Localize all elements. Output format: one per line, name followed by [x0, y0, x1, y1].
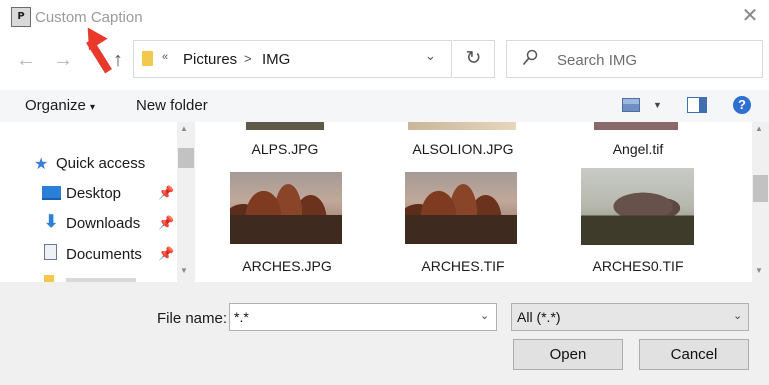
- thumbnail-angel[interactable]: [594, 122, 678, 130]
- navigation-pane: ★ Quick access Desktop 📌 ⬇ Downloads 📌 D…: [0, 122, 177, 282]
- pin-icon[interactable]: 📌: [158, 215, 174, 231]
- sidebar-item-documents[interactable]: Documents: [66, 246, 142, 263]
- desktop-icon: [42, 186, 61, 200]
- window-title: Custom Caption: [35, 9, 143, 26]
- thumbnail-arches-jpg[interactable]: [230, 172, 342, 244]
- pin-icon[interactable]: 📌: [158, 246, 174, 262]
- organize-label: Organize: [25, 97, 86, 114]
- forward-arrow-icon[interactable]: →: [50, 48, 76, 72]
- cancel-button[interactable]: Cancel: [639, 339, 749, 370]
- star-icon: ★: [34, 156, 49, 173]
- scroll-down-icon[interactable]: ▼: [755, 266, 763, 275]
- file-name-input[interactable]: [229, 303, 497, 331]
- organize-button[interactable]: Organize ▾: [25, 97, 95, 114]
- thumbnail-arches-tif[interactable]: [405, 172, 517, 244]
- refresh-icon[interactable]: ↻: [453, 40, 495, 78]
- thumbnail-arches0-tif[interactable]: [581, 168, 694, 245]
- file-list-scrollbar[interactable]: [752, 122, 769, 282]
- sidebar-item-desktop[interactable]: Desktop: [66, 185, 121, 202]
- thumbnail-alsolion[interactable]: [408, 122, 516, 130]
- back-arrow-icon[interactable]: ←: [13, 48, 39, 72]
- pin-icon[interactable]: 📌: [158, 185, 174, 201]
- thumbnail-alps[interactable]: [246, 122, 324, 130]
- breadcrumb-separator[interactable]: >: [244, 51, 252, 66]
- up-arrow-icon[interactable]: ↑: [105, 48, 131, 72]
- address-dropdown-chevron-icon[interactable]: ⌄: [425, 48, 436, 64]
- file-item-label[interactable]: ARCHES.TIF: [388, 258, 538, 274]
- breadcrumb-img[interactable]: IMG: [262, 51, 290, 68]
- app-icon: P: [11, 7, 31, 27]
- preview-pane-icon[interactable]: [687, 97, 707, 113]
- folder-icon: [142, 51, 153, 66]
- file-item-label[interactable]: ALSOLION.JPG: [388, 141, 538, 157]
- file-type-select[interactable]: All (*.*): [511, 303, 749, 331]
- document-icon: [44, 244, 57, 260]
- scroll-down-icon[interactable]: ▼: [180, 266, 188, 275]
- file-type-dropdown-chevron-icon[interactable]: ⌄: [733, 309, 742, 322]
- file-name-dropdown-chevron-icon[interactable]: ⌄: [480, 309, 489, 322]
- open-button[interactable]: Open: [513, 339, 623, 370]
- file-item-label[interactable]: ARCHES.JPG: [212, 258, 362, 274]
- file-name-label: File name:: [157, 310, 228, 327]
- address-overflow-chevron[interactable]: «: [162, 51, 168, 63]
- address-bar[interactable]: [133, 40, 452, 78]
- download-arrow-icon: ⬇: [44, 212, 59, 231]
- file-item-label[interactable]: ARCHES0.TIF: [563, 258, 713, 274]
- help-icon[interactable]: ?: [733, 96, 751, 114]
- view-options-caret-icon[interactable]: ▼: [653, 100, 662, 110]
- new-folder-button[interactable]: New folder: [136, 97, 208, 114]
- search-icon: [522, 49, 538, 66]
- scroll-up-icon[interactable]: ▲: [180, 124, 188, 133]
- organize-caret-icon: ▾: [90, 102, 96, 113]
- sidebar-item-quick-access[interactable]: Quick access: [56, 155, 145, 172]
- file-item-label[interactable]: ALPS.JPG: [210, 141, 360, 157]
- search-placeholder[interactable]: Search IMG: [557, 52, 637, 69]
- breadcrumb-pictures[interactable]: Pictures: [183, 51, 237, 68]
- file-list-scroll-thumb[interactable]: [753, 175, 768, 202]
- file-item-label[interactable]: Angel.tif: [563, 141, 713, 157]
- change-view-icon[interactable]: [622, 98, 640, 112]
- navigation-scrollbar[interactable]: [177, 122, 195, 282]
- folder-icon: [44, 275, 54, 282]
- sidebar-item-downloads[interactable]: Downloads: [66, 215, 140, 232]
- close-icon[interactable]: ✕: [738, 4, 762, 28]
- scroll-up-icon[interactable]: ▲: [755, 124, 763, 133]
- navigation-scroll-thumb[interactable]: [178, 148, 194, 168]
